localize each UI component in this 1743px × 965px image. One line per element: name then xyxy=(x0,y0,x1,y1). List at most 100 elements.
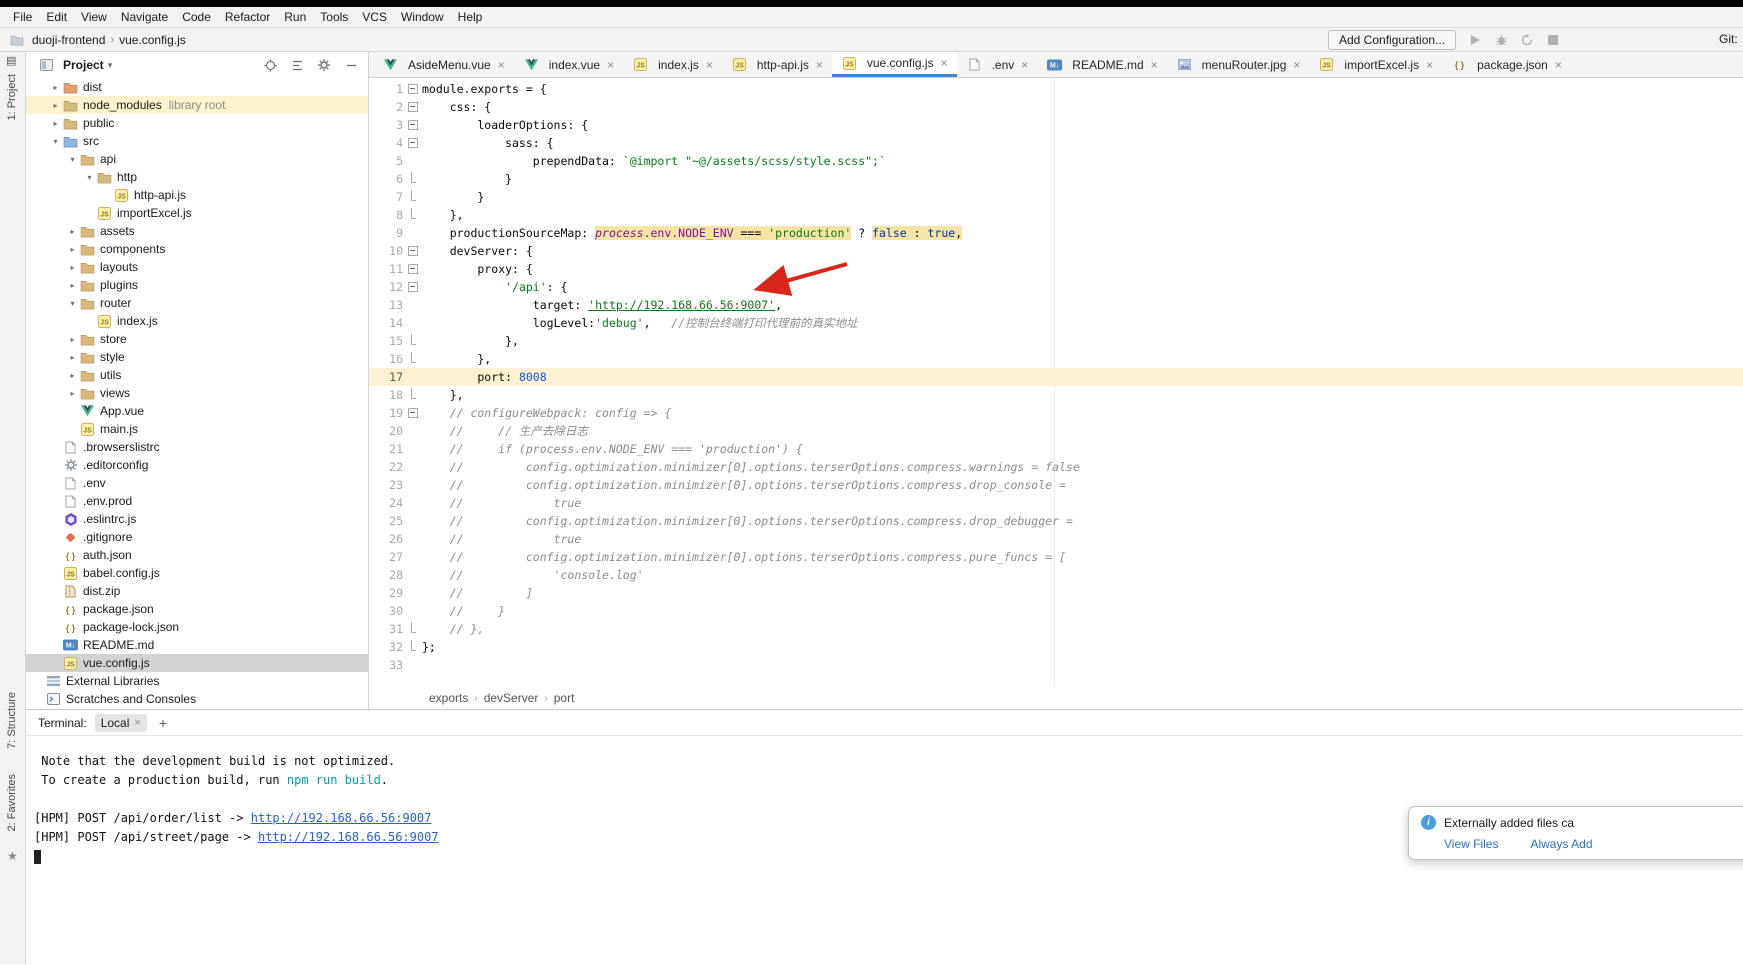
chevron-right-icon[interactable]: ▸ xyxy=(66,245,79,254)
add-configuration-button[interactable]: Add Configuration... xyxy=(1328,30,1456,50)
fold-marker[interactable] xyxy=(405,350,420,368)
code-line-15[interactable]: 15 }, xyxy=(369,332,1743,350)
tree-item-router[interactable]: ▾router xyxy=(26,294,368,312)
fold-marker[interactable] xyxy=(405,134,420,152)
chevron-down-icon[interactable]: ▾ xyxy=(49,137,62,146)
settings-gear-icon[interactable] xyxy=(317,58,331,72)
close-icon[interactable]: × xyxy=(941,56,948,70)
git-widget[interactable]: Git: xyxy=(1719,32,1743,46)
code-line-25[interactable]: 25 // config.optimization.minimizer[0].o… xyxy=(369,512,1743,530)
code-area[interactable]: 1module.exports = {2 css: {3 loaderOptio… xyxy=(369,78,1743,687)
tree-item-scratches-and-consoles[interactable]: Scratches and Consoles xyxy=(26,690,368,708)
fold-marker[interactable] xyxy=(405,188,420,206)
code-line-5[interactable]: 5 prependData: `@import "~@/assets/scss/… xyxy=(369,152,1743,170)
always-add-link[interactable]: Always Add xyxy=(1530,837,1592,851)
tree-item-env-prod[interactable]: .env.prod xyxy=(26,492,368,510)
close-icon[interactable]: × xyxy=(134,717,140,729)
fold-marker[interactable] xyxy=(405,278,420,296)
close-icon[interactable]: × xyxy=(1426,58,1433,72)
menu-edit[interactable]: Edit xyxy=(39,8,74,26)
code-line-1[interactable]: 1module.exports = { xyxy=(369,80,1743,98)
tree-item-readme-md[interactable]: M↓README.md xyxy=(26,636,368,654)
stripe-favorites-button[interactable]: 2: Favorites xyxy=(6,774,18,831)
breadcrumb-exports[interactable]: exports xyxy=(429,691,468,705)
tree-item-gitignore[interactable]: .gitignore xyxy=(26,528,368,546)
tree-item-views[interactable]: ▸views xyxy=(26,384,368,402)
new-terminal-button[interactable]: + xyxy=(155,715,171,731)
tab-http-api-js[interactable]: JShttp-api.js× xyxy=(722,52,832,77)
code-line-9[interactable]: 9 productionSourceMap: process.env.NODE_… xyxy=(369,224,1743,242)
tree-item-auth-json[interactable]: { }auth.json xyxy=(26,546,368,564)
tree-item-app-vue[interactable]: App.vue xyxy=(26,402,368,420)
code-line-24[interactable]: 24 // true xyxy=(369,494,1743,512)
tree-item-http-api-js[interactable]: JShttp-api.js xyxy=(26,186,368,204)
code-line-13[interactable]: 13 target: 'http://192.168.66.56:9007', xyxy=(369,296,1743,314)
run-icon[interactable] xyxy=(1468,33,1482,47)
close-icon[interactable]: × xyxy=(1151,58,1158,72)
code-line-12[interactable]: 12 '/api': { xyxy=(369,278,1743,296)
code-line-32[interactable]: 32}; xyxy=(369,638,1743,656)
chevron-right-icon[interactable]: ▸ xyxy=(66,353,79,362)
terminal-link[interactable]: http://192.168.66.56:9007 xyxy=(251,811,432,825)
tree-item-eslintrc-js[interactable]: .eslintrc.js xyxy=(26,510,368,528)
tool-window-icon[interactable]: ▤ xyxy=(6,54,16,67)
menu-vcs[interactable]: VCS xyxy=(355,8,394,26)
code-line-21[interactable]: 21 // if (process.env.NODE_ENV === 'prod… xyxy=(369,440,1743,458)
breadcrumb-file[interactable]: vue.config.js xyxy=(116,33,189,47)
code-line-3[interactable]: 3 loaderOptions: { xyxy=(369,116,1743,134)
tree-item-dist[interactable]: ▸dist xyxy=(26,78,368,96)
favorites-star-icon[interactable]: ★ xyxy=(7,849,18,863)
tree-item-babel-config-js[interactable]: JSbabel.config.js xyxy=(26,564,368,582)
project-panel-title[interactable]: Project xyxy=(63,58,104,72)
close-icon[interactable]: × xyxy=(1021,58,1028,72)
fold-marker[interactable] xyxy=(405,242,420,260)
menu-window[interactable]: Window xyxy=(394,8,451,26)
code-line-30[interactable]: 30 // } xyxy=(369,602,1743,620)
tab-importexcel-js[interactable]: JSimportExcel.js× xyxy=(1309,52,1442,77)
tab-package-json[interactable]: { }package.json× xyxy=(1442,52,1571,77)
close-icon[interactable]: × xyxy=(498,58,505,72)
tab-index-js[interactable]: JSindex.js× xyxy=(623,52,722,77)
stop-icon[interactable] xyxy=(1546,33,1560,47)
code-line-2[interactable]: 2 css: { xyxy=(369,98,1743,116)
tree-item-index-js[interactable]: JSindex.js xyxy=(26,312,368,330)
terminal-tab-local[interactable]: Local × xyxy=(95,714,147,732)
close-icon[interactable]: × xyxy=(1555,58,1562,72)
chevron-right-icon[interactable]: ▸ xyxy=(66,263,79,272)
code-line-33[interactable]: 33 xyxy=(369,656,1743,674)
chevron-right-icon[interactable]: ▸ xyxy=(49,119,62,128)
menu-code[interactable]: Code xyxy=(175,8,218,26)
tree-item-store[interactable]: ▸store xyxy=(26,330,368,348)
code-line-19[interactable]: 19 // configureWebpack: config => { xyxy=(369,404,1743,422)
chevron-down-icon[interactable]: ▾ xyxy=(83,173,96,182)
chevron-down-icon[interactable]: ▾ xyxy=(108,60,113,71)
code-line-10[interactable]: 10 devServer: { xyxy=(369,242,1743,260)
run-with-coverage-icon[interactable] xyxy=(1520,33,1534,47)
tree-item-package-lock-json[interactable]: { }package-lock.json xyxy=(26,618,368,636)
locate-file-icon[interactable] xyxy=(263,58,277,72)
code-line-27[interactable]: 27 // config.optimization.minimizer[0].o… xyxy=(369,548,1743,566)
breadcrumb-port[interactable]: port xyxy=(554,691,575,705)
terminal-link[interactable]: http://192.168.66.56:9007 xyxy=(258,830,439,844)
code-line-14[interactable]: 14 logLevel:'debug', //控制台终端打印代理前的真实地址 xyxy=(369,314,1743,332)
tree-item-package-json[interactable]: { }package.json xyxy=(26,600,368,618)
code-line-16[interactable]: 16 }, xyxy=(369,350,1743,368)
tree-item-env[interactable]: .env xyxy=(26,474,368,492)
fold-marker[interactable] xyxy=(405,638,420,656)
debug-icon[interactable] xyxy=(1494,33,1508,47)
tree-item-src[interactable]: ▾src xyxy=(26,132,368,150)
chevron-right-icon[interactable]: ▸ xyxy=(66,371,79,380)
close-icon[interactable]: × xyxy=(706,58,713,72)
chevron-down-icon[interactable]: ▾ xyxy=(66,155,79,164)
tree-item-assets[interactable]: ▸assets xyxy=(26,222,368,240)
chevron-right-icon[interactable]: ▸ xyxy=(49,83,62,92)
code-line-4[interactable]: 4 sass: { xyxy=(369,134,1743,152)
chevron-right-icon[interactable]: ▸ xyxy=(66,335,79,344)
code-line-23[interactable]: 23 // config.optimization.minimizer[0].o… xyxy=(369,476,1743,494)
tree-item-style[interactable]: ▸style xyxy=(26,348,368,366)
code-line-28[interactable]: 28 // 'console.log' xyxy=(369,566,1743,584)
code-line-22[interactable]: 22 // config.optimization.minimizer[0].o… xyxy=(369,458,1743,476)
code-line-8[interactable]: 8 }, xyxy=(369,206,1743,224)
tab-vue-config-js[interactable]: JSvue.config.js× xyxy=(832,52,957,77)
code-line-31[interactable]: 31 // }, xyxy=(369,620,1743,638)
